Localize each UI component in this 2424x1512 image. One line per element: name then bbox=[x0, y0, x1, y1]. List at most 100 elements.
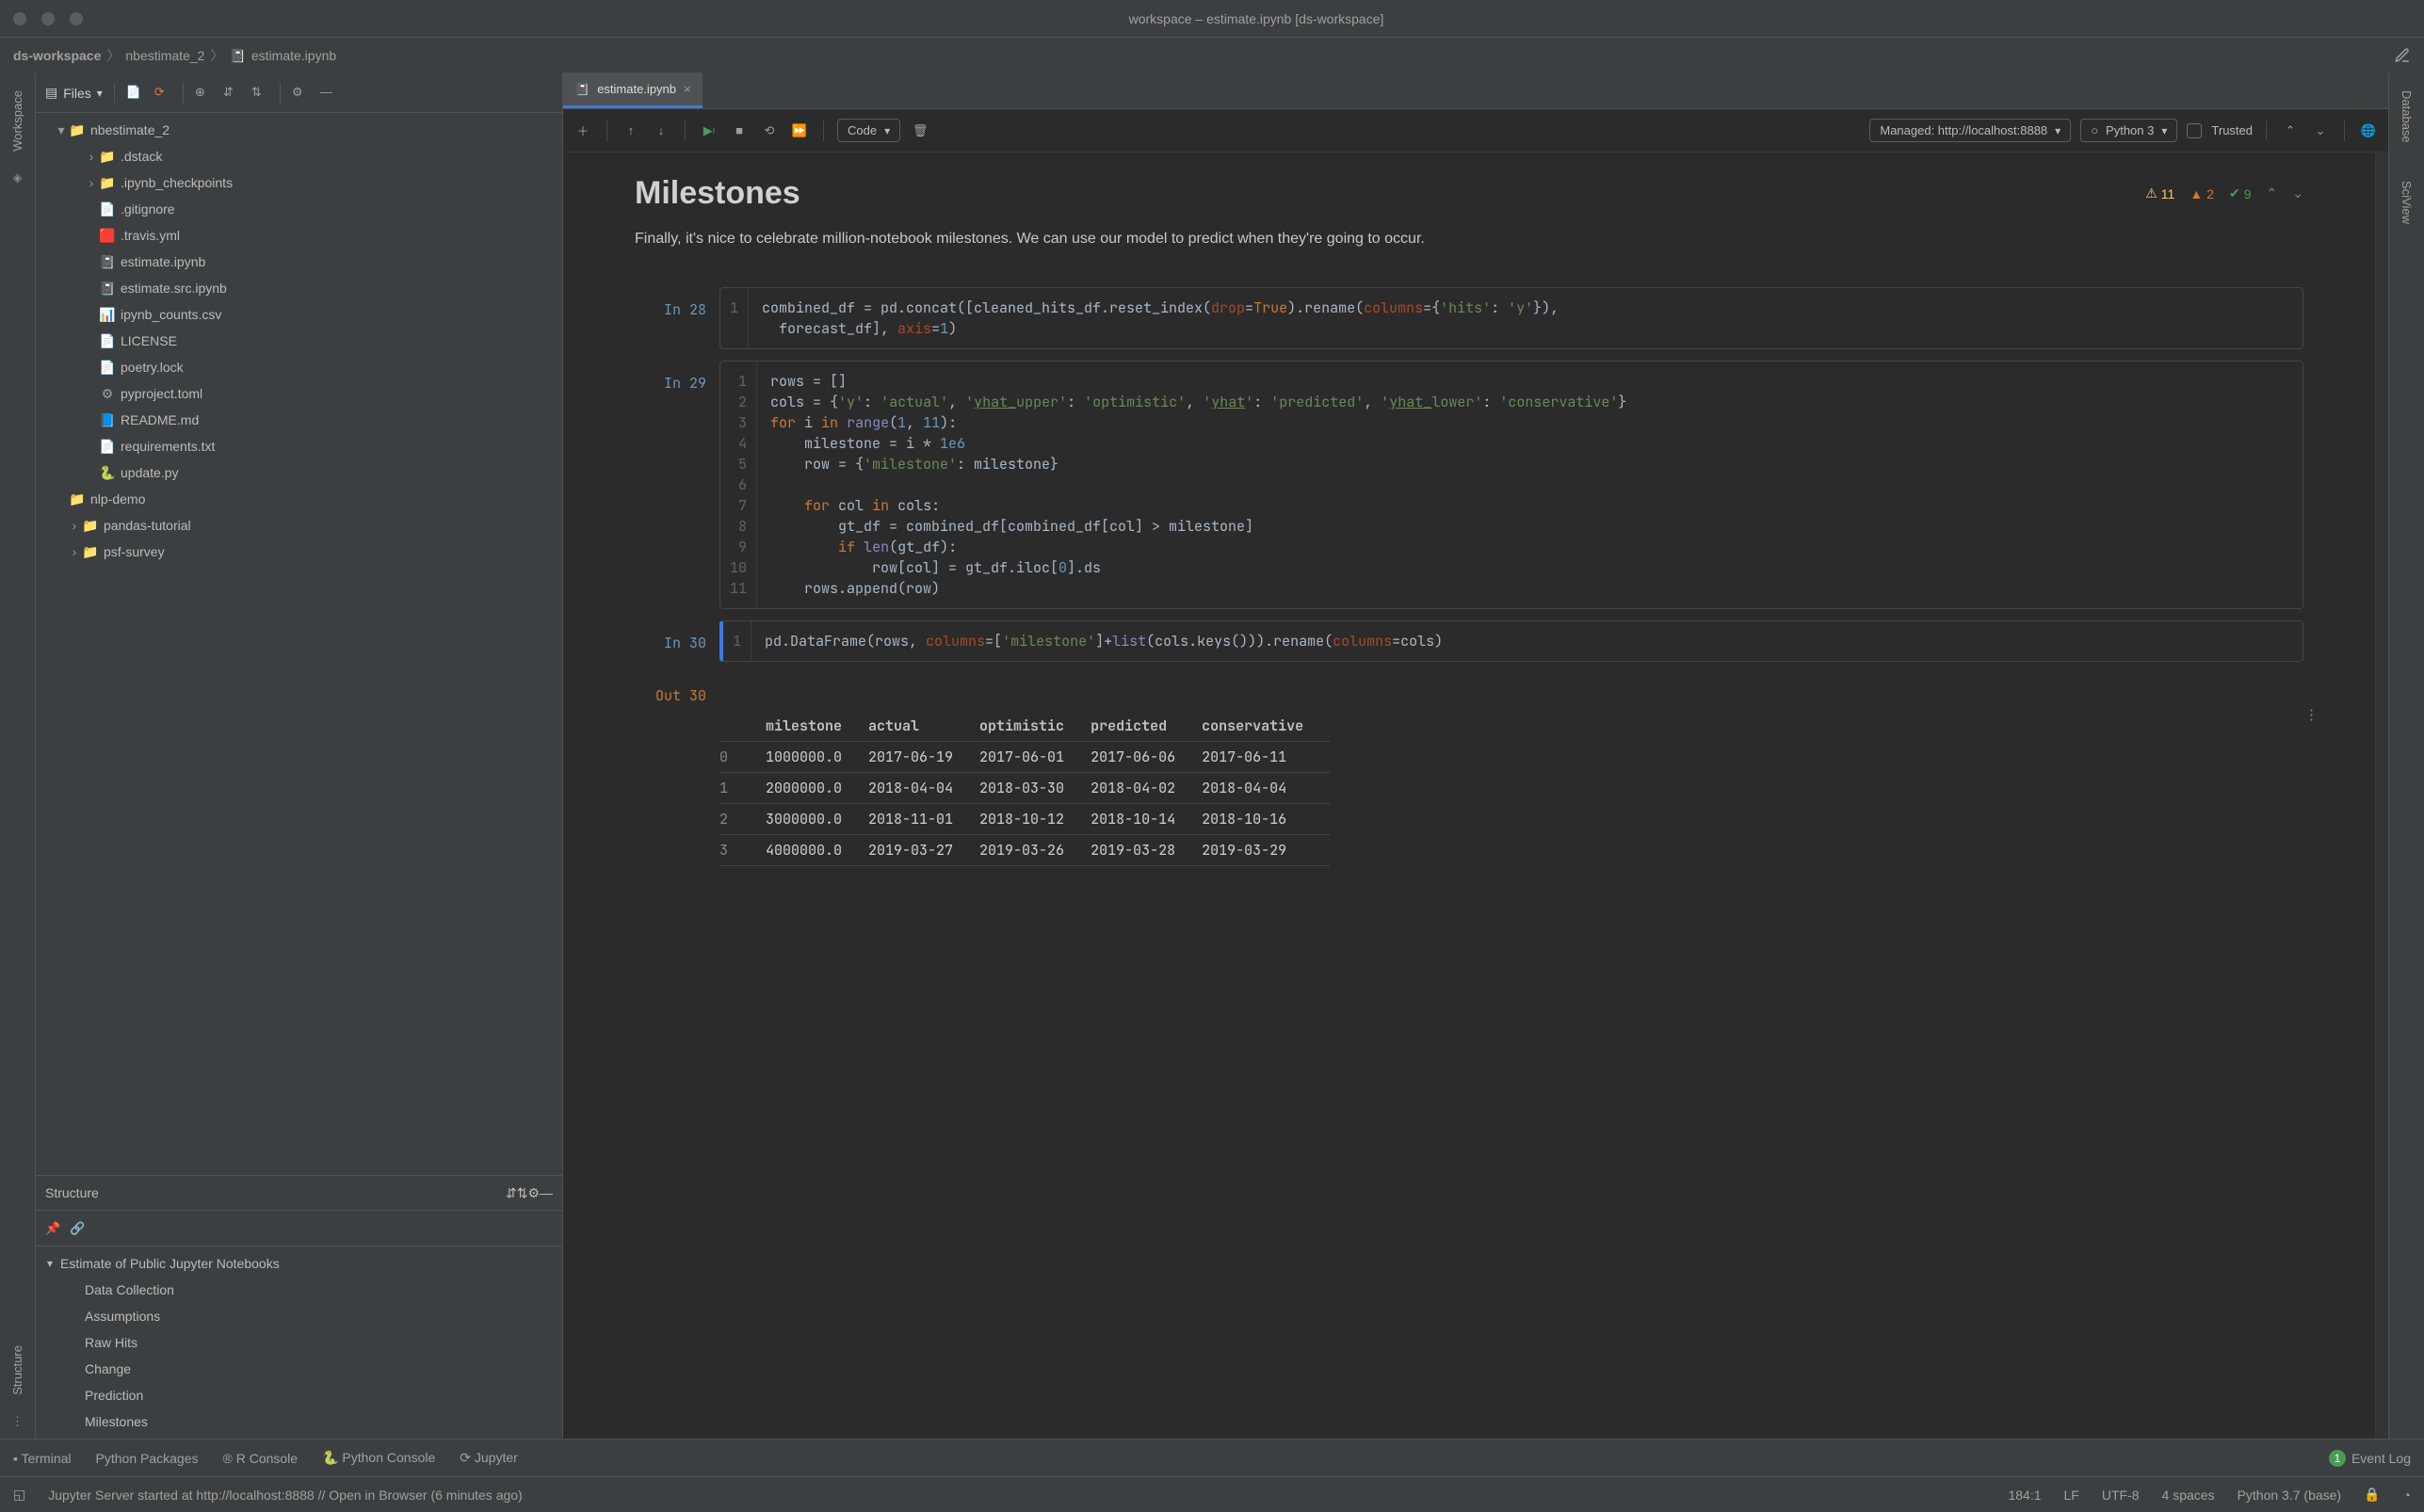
structure-item[interactable]: Change bbox=[36, 1356, 562, 1382]
run-cell-icon[interactable]: ▶I bbox=[699, 121, 719, 141]
refresh-icon[interactable]: ⟳ bbox=[154, 85, 171, 102]
python-packages-tab[interactable]: Python Packages bbox=[96, 1451, 199, 1466]
folder-node[interactable]: ›📁psf-survey bbox=[36, 539, 562, 565]
pin-icon[interactable]: 📌 bbox=[45, 1221, 60, 1236]
close-icon[interactable]: × bbox=[684, 82, 691, 96]
file-node[interactable]: ⚙pyproject.toml bbox=[36, 380, 562, 407]
expand-all-icon[interactable]: ⇵ bbox=[223, 85, 240, 102]
code-content[interactable]: pd.DataFrame(rows, columns=['milestone']… bbox=[751, 621, 1456, 661]
sciview-tool-tab[interactable]: SciView bbox=[2398, 171, 2416, 233]
close-window-icon[interactable] bbox=[13, 12, 26, 25]
folder-node[interactable]: ›📁pandas-tutorial bbox=[36, 512, 562, 539]
database-tool-tab[interactable]: Database bbox=[2398, 81, 2416, 153]
kernel-dropdown[interactable]: ○ Python 3 ▾ bbox=[2080, 119, 2177, 142]
jupyter-tab[interactable]: ⟳ Jupyter bbox=[460, 1450, 518, 1466]
more-icon[interactable]: ⋮ bbox=[2304, 705, 2319, 724]
minimize-icon[interactable]: — bbox=[320, 85, 337, 102]
file-node[interactable]: 📘README.md bbox=[36, 407, 562, 433]
link-icon[interactable]: 🔗 bbox=[70, 1221, 85, 1236]
chevron-up-icon[interactable]: ⌃ bbox=[2280, 121, 2301, 141]
structure-tool-tab[interactable]: Structure bbox=[8, 1336, 26, 1405]
status-message[interactable]: Jupyter Server started at http://localho… bbox=[48, 1488, 522, 1503]
folder-node[interactable]: ›📁.dstack bbox=[36, 143, 562, 169]
file-node[interactable]: 🐍update.py bbox=[36, 459, 562, 486]
chevron-down-icon[interactable]: ⌄ bbox=[2310, 121, 2331, 141]
breadcrumb[interactable]: 📓 estimate.ipynb bbox=[229, 48, 336, 64]
file-node[interactable]: 📓estimate.ipynb bbox=[36, 249, 562, 275]
minimize-window-icon[interactable] bbox=[41, 12, 55, 25]
error-stripe[interactable] bbox=[2375, 153, 2388, 1439]
line-separator[interactable]: LF bbox=[2064, 1488, 2079, 1503]
structure-item[interactable]: Assumptions bbox=[36, 1303, 562, 1329]
scratch-file-icon[interactable] bbox=[2394, 47, 2411, 64]
code-content[interactable]: combined_df = pd.concat([cleaned_hits_df… bbox=[749, 288, 1572, 348]
file-node[interactable]: 📄.gitignore bbox=[36, 196, 562, 222]
notebook-toolbar: ＋ ↑ ↓ ▶I ■ ⟲ ⏩ Code ▾ 🗑 Managed: http://… bbox=[563, 109, 2388, 153]
event-log-button[interactable]: 1 Event Log bbox=[2329, 1450, 2411, 1467]
warning-badge[interactable]: ⚠11 bbox=[2145, 185, 2174, 201]
code-cell-active[interactable]: In 30 1 pd.DataFrame(rows, columns=['mil… bbox=[635, 620, 2303, 662]
file-tree[interactable]: ▾📁nbestimate_2›📁.dstack›📁.ipynb_checkpoi… bbox=[36, 113, 562, 1175]
minimize-icon[interactable]: — bbox=[540, 1185, 553, 1200]
code-cell[interactable]: In 29 1234567891011 rows = []cols = {'y'… bbox=[635, 361, 2303, 609]
stop-icon[interactable]: ■ bbox=[729, 121, 750, 141]
r-console-tab[interactable]: ® R Console bbox=[222, 1451, 298, 1466]
structure-icon[interactable]: ⋮ bbox=[11, 1414, 24, 1429]
interpreter[interactable]: Python 3.7 (base) bbox=[2238, 1488, 2342, 1503]
structure-item[interactable]: Milestones bbox=[36, 1408, 562, 1435]
breadcrumb[interactable]: ds-workspace bbox=[13, 48, 101, 63]
add-cell-icon[interactable]: ＋ bbox=[573, 121, 593, 141]
structure-item[interactable]: Raw Hits bbox=[36, 1329, 562, 1356]
folder-node[interactable]: ▾📁nbestimate_2 bbox=[36, 117, 562, 143]
collapse-icon[interactable]: ⇅ bbox=[517, 1185, 528, 1201]
notebook-body[interactable]: Milestones ⚠11 ▲2 ✔9 ⌃ ⌄ Finally, it's n… bbox=[563, 153, 2375, 1439]
bookmark-icon[interactable]: ◈ bbox=[13, 170, 23, 185]
tool-windows-icon[interactable]: ◱ bbox=[13, 1487, 25, 1503]
caret-position[interactable]: 184:1 bbox=[2008, 1488, 2041, 1503]
trusted-checkbox[interactable] bbox=[2187, 123, 2202, 138]
folder-node[interactable]: 📁nlp-demo bbox=[36, 486, 562, 512]
ok-badge[interactable]: ✔9 bbox=[2229, 185, 2252, 201]
structure-root[interactable]: ▾ Estimate of Public Jupyter Notebooks bbox=[36, 1250, 562, 1277]
terminal-tab[interactable]: ▪ Terminal bbox=[13, 1451, 72, 1466]
tab-estimate-ipynb[interactable]: 📓 estimate.ipynb × bbox=[563, 72, 703, 108]
code-content[interactable]: rows = []cols = {'y': 'actual', 'yhat_up… bbox=[757, 362, 1640, 608]
file-node[interactable]: 📄poetry.lock bbox=[36, 354, 562, 380]
file-node[interactable]: 📓estimate.src.ipynb bbox=[36, 275, 562, 301]
structure-item[interactable]: Prediction bbox=[36, 1382, 562, 1408]
target-icon[interactable]: ⊕ bbox=[195, 85, 212, 102]
run-all-icon[interactable]: ⏩ bbox=[789, 121, 810, 141]
server-dropdown[interactable]: Managed: http://localhost:8888 ▾ bbox=[1869, 119, 2071, 142]
encoding[interactable]: UTF-8 bbox=[2102, 1488, 2140, 1503]
expand-icon[interactable]: ⇵ bbox=[506, 1185, 517, 1201]
structure-item[interactable]: Data Collection bbox=[36, 1277, 562, 1303]
ide-status-icon[interactable]: ◔ bbox=[2403, 1488, 2411, 1503]
file-node[interactable]: 📊ipynb_counts.csv bbox=[36, 301, 562, 328]
chevron-down-icon[interactable]: ⌄ bbox=[2292, 185, 2303, 201]
folder-node[interactable]: ›📁.ipynb_checkpoints bbox=[36, 169, 562, 196]
files-label[interactable]: ▤ Files ▾ bbox=[45, 85, 103, 101]
move-up-icon[interactable]: ↑ bbox=[621, 121, 641, 141]
file-node[interactable]: 📄LICENSE bbox=[36, 328, 562, 354]
move-down-icon[interactable]: ↓ bbox=[651, 121, 671, 141]
file-node[interactable]: 📄requirements.txt bbox=[36, 433, 562, 459]
collapse-all-icon[interactable]: ⇅ bbox=[251, 85, 268, 102]
new-file-icon[interactable]: 📄 bbox=[126, 85, 143, 102]
delete-cell-icon[interactable]: 🗑 bbox=[910, 121, 930, 141]
restart-icon[interactable]: ⟲ bbox=[759, 121, 780, 141]
code-cell[interactable]: In 28 1 combined_df = pd.concat([cleaned… bbox=[635, 287, 2303, 349]
workspace-tool-tab[interactable]: Workspace bbox=[8, 81, 26, 161]
chevron-up-icon[interactable]: ⌃ bbox=[2267, 185, 2278, 201]
zoom-window-icon[interactable] bbox=[70, 12, 83, 25]
inspection-badges[interactable]: ⚠11 ▲2 ✔9 ⌃ ⌄ bbox=[2145, 185, 2303, 201]
gear-icon[interactable]: ⚙ bbox=[292, 85, 309, 102]
python-console-tab[interactable]: 🐍 Python Console bbox=[322, 1450, 435, 1466]
readonly-icon[interactable]: 🔒 bbox=[2364, 1487, 2380, 1503]
gear-icon[interactable]: ⚙ bbox=[527, 1185, 540, 1201]
indent[interactable]: 4 spaces bbox=[2162, 1488, 2215, 1503]
breadcrumb[interactable]: nbestimate_2 bbox=[125, 48, 204, 63]
globe-icon[interactable]: 🌐 bbox=[2358, 121, 2379, 141]
cell-type-dropdown[interactable]: Code ▾ bbox=[837, 119, 900, 142]
weak-warning-badge[interactable]: ▲2 bbox=[2190, 186, 2214, 201]
file-node[interactable]: 🟥.travis.yml bbox=[36, 222, 562, 249]
